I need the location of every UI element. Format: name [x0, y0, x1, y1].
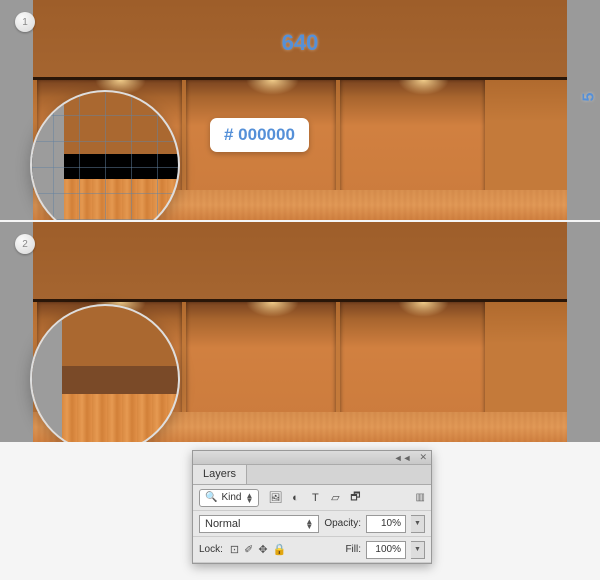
layers-tab[interactable]: Layers	[193, 465, 247, 484]
fill-input[interactable]: 100%	[366, 541, 406, 559]
smart-filter-icon[interactable]: 🗗	[348, 491, 362, 505]
canvas-edge-right	[567, 0, 600, 220]
fill-label: Fill:	[345, 544, 361, 555]
stepper-icon: ▲▼	[245, 493, 253, 503]
pixel-grid	[32, 92, 178, 220]
lock-image-icon[interactable]: ✐	[244, 543, 253, 556]
filter-row: 🔍 Kind ▲▼ 🖼 ◐ T ▱ 🗗 ▥	[193, 485, 431, 511]
height-annotation: 5	[581, 93, 599, 102]
step-number-badge: 2	[15, 234, 35, 254]
shape-filter-icon[interactable]: ▱	[328, 491, 342, 505]
zoom-lens	[30, 90, 180, 220]
filter-kind-dropdown[interactable]: 🔍 Kind ▲▼	[199, 489, 259, 507]
image-filter-icon[interactable]: 🖼	[268, 491, 282, 505]
opacity-input[interactable]: 10%	[366, 515, 406, 533]
blend-mode-value: Normal	[205, 518, 240, 530]
shelf-panel	[340, 80, 485, 195]
width-annotation: 640	[282, 30, 319, 56]
filter-type-icons: 🖼 ◐ T ▱ 🗗	[268, 491, 362, 505]
step-2-row: 2	[0, 222, 600, 442]
collapse-icon[interactable]: ◄◄	[394, 453, 412, 463]
canvas-edge-right	[567, 222, 600, 442]
shelf-panel	[340, 302, 485, 417]
opacity-label: Opacity:	[324, 518, 361, 529]
lock-position-icon[interactable]: ✥	[258, 543, 267, 556]
text-filter-icon[interactable]: T	[308, 491, 322, 505]
shelf-panel	[186, 302, 336, 417]
step-number-badge: 1	[15, 12, 35, 32]
hex-color-badge: # 000000	[210, 118, 309, 152]
tutorial-canvas: 1 640 5 # 000000	[0, 0, 600, 442]
canvas-edge-left	[0, 222, 33, 442]
blend-row: Normal ▲▼ Opacity: 10% ▼	[193, 511, 431, 537]
fill-dropdown-arrow[interactable]: ▼	[411, 541, 425, 559]
panel-menu-icon[interactable]: ▥	[416, 492, 425, 503]
lock-all-icon[interactable]: 🔒	[273, 543, 287, 556]
filter-kind-label: Kind	[221, 492, 241, 503]
lock-transparency-icon[interactable]: ⊡	[230, 543, 239, 556]
panel-tabs: Layers	[193, 465, 431, 485]
canvas-edge-left	[0, 0, 33, 220]
shelf-top	[33, 222, 567, 302]
layers-panel: ◄◄ ✕ Layers 🔍 Kind ▲▼ 🖼 ◐ T ▱ 🗗 ▥ Normal…	[192, 450, 432, 564]
adjustment-filter-icon[interactable]: ◐	[288, 491, 302, 505]
lock-row: Lock: ⊡ ✐ ✥ 🔒 Fill: 100% ▼	[193, 537, 431, 563]
panel-topbar: ◄◄ ✕	[193, 451, 431, 465]
lock-label: Lock:	[199, 544, 223, 555]
stepper-icon: ▲▼	[305, 519, 313, 529]
close-icon[interactable]: ✕	[419, 452, 427, 463]
blend-mode-dropdown[interactable]: Normal ▲▼	[199, 515, 319, 533]
opacity-dropdown-arrow[interactable]: ▼	[411, 515, 425, 533]
search-icon: 🔍	[205, 492, 217, 503]
zoom-lens	[30, 304, 180, 442]
step-1-row: 1 640 5 # 000000	[0, 0, 600, 220]
